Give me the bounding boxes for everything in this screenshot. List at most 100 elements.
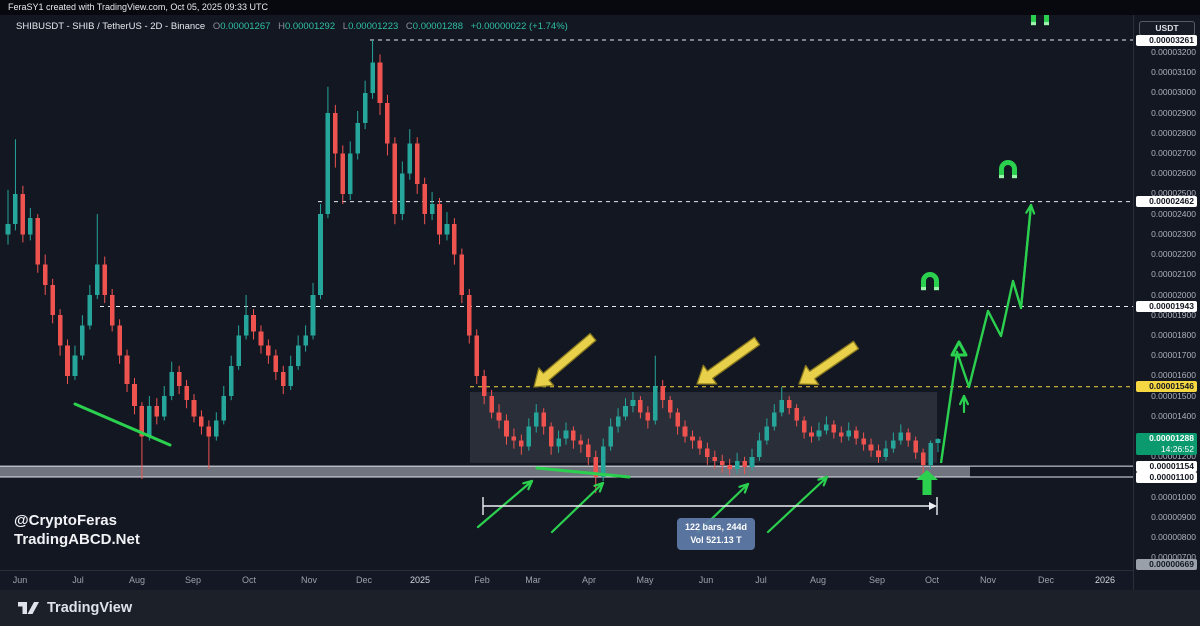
yellow-rejection-arrow[interactable] <box>534 334 596 387</box>
candle-body <box>660 386 665 400</box>
candle-body <box>452 224 457 254</box>
candle-body <box>854 430 859 438</box>
candle-body <box>80 325 85 355</box>
time-axis-label-nov[interactable]: Nov <box>301 575 317 585</box>
open-value: 0.00001267 <box>220 21 270 32</box>
price-scale[interactable]: USDT 0.000032000.000031000.000030000.000… <box>1133 0 1200 590</box>
candle-body <box>110 295 115 325</box>
candle-body <box>750 457 755 467</box>
close-label: C <box>406 21 413 32</box>
low-value: 0.00001223 <box>348 21 398 32</box>
yellow-rejection-arrow[interactable] <box>799 341 859 384</box>
price-marker-label[interactable]: 0.00001154 <box>1136 461 1197 472</box>
change-value: +0.00000022 (+1.74%) <box>471 21 568 32</box>
candle-body <box>527 426 532 446</box>
yellow-rejection-arrow[interactable] <box>697 337 760 384</box>
projection-zigzag[interactable] <box>941 205 1031 463</box>
current-price-label[interactable]: 0.0000128814:26:52 <box>1136 433 1197 455</box>
currency-button[interactable]: USDT <box>1139 21 1195 36</box>
candle-body <box>132 384 137 406</box>
candle-body <box>787 400 792 408</box>
candle-body <box>251 315 256 331</box>
time-axis-label-aug[interactable]: Aug <box>810 575 826 585</box>
time-axis-label-2025[interactable]: 2025 <box>410 575 430 585</box>
candle-body <box>571 430 576 440</box>
green-up-arrow[interactable] <box>478 481 532 527</box>
candle-body <box>623 406 628 416</box>
candle-body <box>400 174 405 214</box>
price-marker-label[interactable]: 0.00001546 <box>1136 381 1197 392</box>
range-volume-text: Vol 521.13 T <box>679 534 753 547</box>
candle-body <box>437 204 442 234</box>
price-tick: 0.00000800 <box>1134 532 1196 543</box>
green-up-arrow[interactable] <box>552 483 603 532</box>
candle-body <box>765 426 770 440</box>
candle-body <box>348 153 353 193</box>
time-axis-label-may[interactable]: May <box>636 575 653 585</box>
candle-body <box>549 426 554 446</box>
symbol-legend[interactable]: SHIBUSDT - SHIB / TetherUS - 2D - Binanc… <box>16 21 568 32</box>
watermark: @CryptoFeras TradingABCD.Net <box>14 512 140 550</box>
candle-body <box>772 412 777 426</box>
tradingview-logo[interactable]: TradingView <box>18 599 132 617</box>
candle-body <box>58 315 63 345</box>
time-axis-label-mar[interactable]: Mar <box>525 575 541 585</box>
magnet-icon <box>1002 163 1015 177</box>
price-tick: 0.00002700 <box>1134 148 1196 159</box>
candle-body <box>266 346 271 356</box>
candle-body <box>393 143 398 214</box>
candle-body <box>742 461 747 467</box>
candle-body <box>534 412 539 426</box>
price-tick: 0.00003100 <box>1134 67 1196 78</box>
price-marker-label[interactable]: 0.00002462 <box>1136 196 1197 207</box>
candle-body <box>43 265 48 285</box>
candle-body <box>445 224 450 234</box>
candle-body <box>616 416 621 426</box>
price-tick: 0.00001500 <box>1134 391 1196 402</box>
candle-body <box>341 153 346 193</box>
time-axis-label-oct[interactable]: Oct <box>925 575 939 585</box>
time-axis-label-2026[interactable]: 2026 <box>1095 575 1115 585</box>
price-marker-label[interactable]: 0.00001943 <box>1136 301 1197 312</box>
time-axis-label-oct[interactable]: Oct <box>242 575 256 585</box>
candle-body <box>378 62 383 102</box>
time-axis-label-jul[interactable]: Jul <box>755 575 767 585</box>
time-axis-label-aug[interactable]: Aug <box>129 575 145 585</box>
time-axis-label-nov[interactable]: Nov <box>980 575 996 585</box>
range-tool-label[interactable]: 122 bars, 244d Vol 521.13 T <box>677 518 755 550</box>
candle-body <box>192 400 197 416</box>
candle-body <box>757 441 762 457</box>
candle-body <box>824 424 829 430</box>
time-axis-label-dec[interactable]: Dec <box>1038 575 1054 585</box>
green-up-arrow[interactable] <box>768 477 827 532</box>
candle-body <box>177 372 182 386</box>
time-axis-label-jul[interactable]: Jul <box>72 575 84 585</box>
candle-body <box>556 439 561 447</box>
candle-body <box>802 420 807 432</box>
time-axis-label-dec[interactable]: Dec <box>356 575 372 585</box>
candle-body <box>713 457 718 461</box>
time-axis[interactable]: Jun Jul Aug Sep Oct Nov Dec 2025 Feb Mar Apr May Jun… <box>0 570 1200 590</box>
price-marker-label[interactable]: 0.00003261 <box>1136 35 1197 46</box>
magnet-foot <box>921 287 926 290</box>
symbol-title[interactable]: SHIBUSDT - SHIB / TetherUS - 2D - Binanc… <box>16 21 205 32</box>
price-tick: 0.00003200 <box>1134 47 1196 58</box>
time-axis-label-apr[interactable]: Apr <box>582 575 596 585</box>
candle-body <box>928 443 933 465</box>
candle-body <box>705 449 710 457</box>
time-axis-label-jun[interactable]: Jun <box>13 575 28 585</box>
projection-arrowhead[interactable] <box>1021 205 1031 308</box>
time-axis-label-jun[interactable]: Jun <box>699 575 714 585</box>
support-band[interactable] <box>0 466 970 477</box>
price-marker-label[interactable]: 0.00001100 <box>1136 472 1197 483</box>
time-axis-label-sep[interactable]: Sep <box>185 575 201 585</box>
time-axis-label-feb[interactable]: Feb <box>474 575 490 585</box>
candle-body <box>668 400 673 412</box>
magnet-foot <box>1031 22 1036 25</box>
price-marker-label[interactable]: 0.00000669 <box>1136 559 1197 570</box>
candle-body <box>207 426 212 436</box>
time-axis-label-sep[interactable]: Sep <box>869 575 885 585</box>
bottom-bar: TradingView <box>0 590 1200 626</box>
candlestick-chart[interactable] <box>0 0 1133 570</box>
accumulation-box[interactable] <box>470 392 937 463</box>
